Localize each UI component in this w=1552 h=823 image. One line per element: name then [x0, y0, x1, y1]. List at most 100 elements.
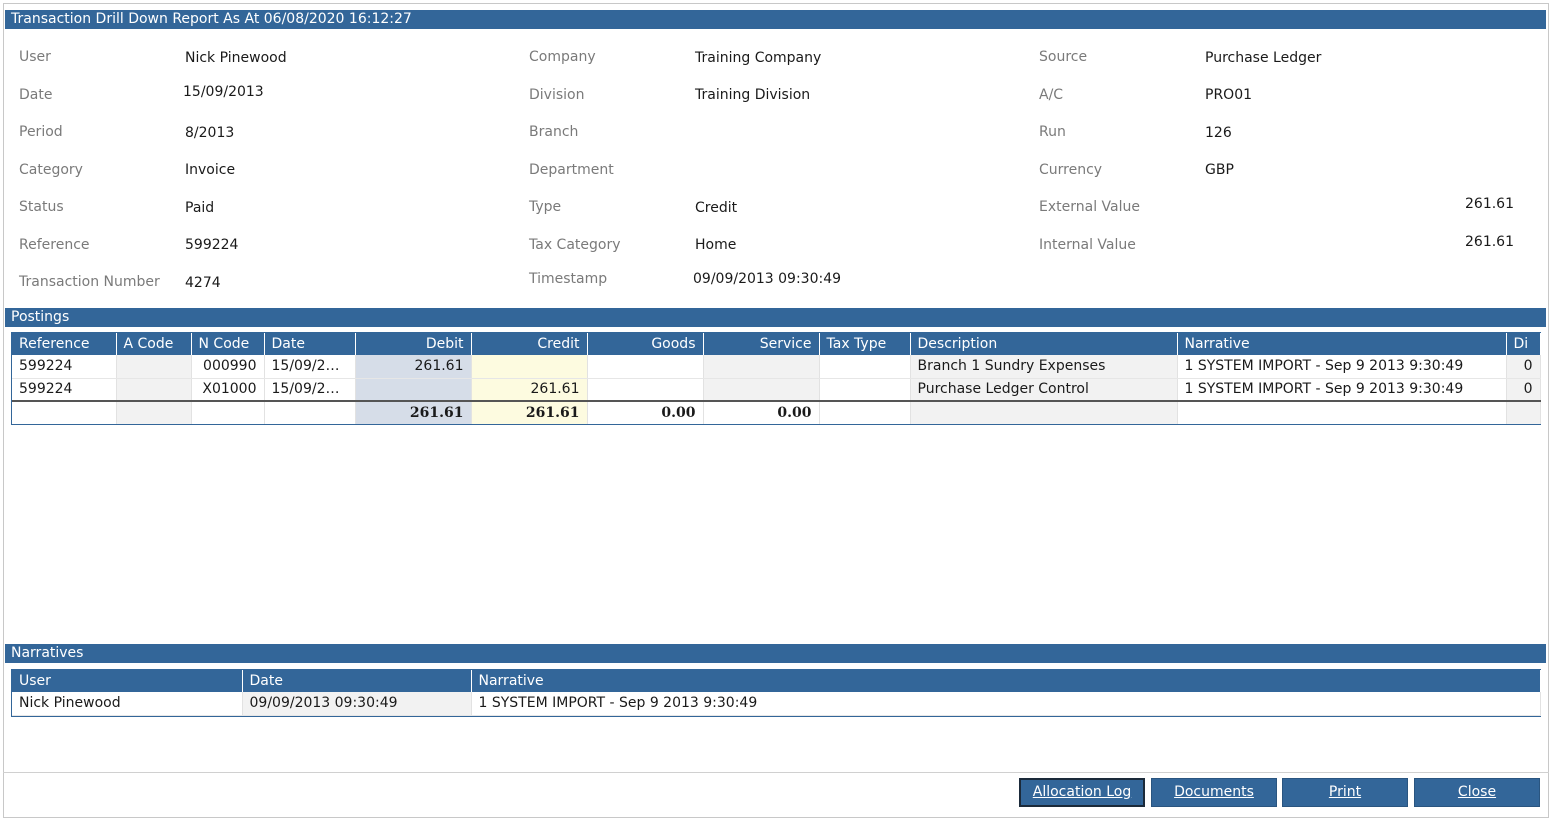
total-cell-empty	[1506, 400, 1541, 424]
col-narrative[interactable]: Narrative	[471, 670, 1541, 692]
run-value: 126	[1205, 125, 1232, 141]
timestamp-value: 09/09/2013 09:30:49	[693, 271, 842, 287]
internal-value-value: 261.61	[1465, 234, 1514, 250]
source-value: Purchase Ledger	[1205, 50, 1322, 66]
table-row[interactable]: 599224 X01000 15/09/20... 261.61 Purchas…	[12, 378, 1541, 402]
postings-grid: Reference A Code N Code Date Debit Credi…	[11, 332, 1541, 425]
cell-user: Nick Pinewood	[12, 692, 243, 716]
col-service[interactable]: Service	[703, 333, 820, 355]
division-label: Division	[529, 87, 585, 103]
source-label: Source	[1039, 49, 1088, 65]
total-cell-empty	[819, 400, 911, 424]
cell-narrative: 1 SYSTEM IMPORT - Sep 9 2013 9:30:49	[1177, 355, 1507, 379]
external-value-label: External Value	[1039, 199, 1140, 215]
col-tax-type[interactable]: Tax Type	[819, 333, 911, 355]
narratives-section-title: Narratives	[5, 644, 1546, 663]
cell-date: 15/09/20...	[264, 355, 356, 379]
print-button[interactable]: Print	[1282, 778, 1408, 807]
cell-narrative: 1 SYSTEM IMPORT - Sep 9 2013 9:30:49	[471, 692, 1541, 716]
period-value: 8/2013	[185, 125, 235, 141]
cell-tax-type	[819, 355, 911, 379]
tax-category-label: Tax Category	[529, 237, 621, 253]
cell-debit	[355, 378, 472, 402]
report-title-bar: Transaction Drill Down Report As At 06/0…	[5, 10, 1546, 29]
total-cell-empty	[12, 400, 117, 424]
col-n-code[interactable]: N Code	[191, 333, 265, 355]
total-cell-empty	[191, 400, 265, 424]
col-reference[interactable]: Reference	[12, 333, 117, 355]
cell-credit: 261.61	[471, 378, 588, 402]
cell-date: 15/09/20...	[264, 378, 356, 402]
col-user[interactable]: User	[12, 670, 243, 692]
currency-label: Currency	[1039, 162, 1103, 178]
currency-value: GBP	[1205, 162, 1234, 178]
company-value: Training Company	[695, 50, 822, 66]
documents-button[interactable]: Documents	[1151, 778, 1277, 807]
company-label: Company	[529, 49, 596, 65]
footer-divider	[3, 772, 1549, 773]
cell-description: Purchase Ledger Control	[910, 378, 1178, 402]
cell-a-code	[116, 355, 192, 379]
transaction-number-label: Transaction Number	[19, 274, 160, 290]
cell-description: Branch 1 Sundry Expenses	[910, 355, 1178, 379]
transaction-number-value: 4274	[185, 275, 221, 291]
date-value: 15/09/2013	[183, 84, 264, 100]
cell-tax-type	[819, 378, 911, 402]
total-service: 0.00	[703, 400, 820, 424]
category-value: Invoice	[185, 162, 236, 178]
cell-narrative: 1 SYSTEM IMPORT - Sep 9 2013 9:30:49	[1177, 378, 1507, 402]
col-goods[interactable]: Goods	[587, 333, 704, 355]
postings-header-row: Reference A Code N Code Date Debit Credi…	[12, 333, 1541, 355]
status-label: Status	[19, 199, 64, 215]
total-cell-empty	[910, 400, 1178, 424]
date-label: Date	[19, 87, 53, 103]
cell-n-code: X01000	[191, 378, 265, 402]
cell-date: 09/09/2013 09:30:49	[242, 692, 472, 716]
total-goods: 0.00	[587, 400, 704, 424]
department-label: Department	[529, 162, 614, 178]
status-value: Paid	[185, 200, 215, 216]
run-label: Run	[1039, 124, 1066, 140]
cell-di: 0	[1506, 378, 1541, 402]
col-narrative[interactable]: Narrative	[1177, 333, 1507, 355]
cell-credit	[471, 355, 588, 379]
cell-a-code	[116, 378, 192, 402]
cell-goods	[587, 378, 704, 402]
cell-reference: 599224	[12, 378, 117, 402]
postings-section-title: Postings	[5, 308, 1546, 327]
category-label: Category	[19, 162, 83, 178]
cell-debit: 261.61	[355, 355, 472, 379]
table-row[interactable]: Nick Pinewood 09/09/2013 09:30:49 1 SYST…	[12, 692, 1541, 716]
total-cell-empty	[1177, 400, 1507, 424]
reference-value: 599224	[185, 237, 239, 253]
timestamp-label: Timestamp	[529, 271, 608, 287]
totals-row: 261.61 261.61 0.00 0.00	[12, 400, 1541, 424]
user-label: User	[19, 49, 51, 65]
reference-label: Reference	[19, 237, 90, 253]
division-value: Training Division	[695, 87, 811, 103]
allocation-log-button[interactable]: Allocation Log	[1019, 778, 1145, 807]
account-label: A/C	[1039, 87, 1064, 103]
col-description[interactable]: Description	[910, 333, 1178, 355]
close-button[interactable]: Close	[1414, 778, 1540, 807]
cell-di: 0	[1506, 355, 1541, 379]
table-row[interactable]: 599224 000990 15/09/20... 261.61 Branch …	[12, 355, 1541, 379]
col-debit[interactable]: Debit	[355, 333, 472, 355]
col-a-code[interactable]: A Code	[116, 333, 192, 355]
narratives-grid: User Date Narrative Nick Pinewood 09/09/…	[11, 669, 1541, 717]
total-cell-empty	[264, 400, 356, 424]
col-date[interactable]: Date	[264, 333, 356, 355]
type-label: Type	[529, 199, 562, 215]
narratives-header-row: User Date Narrative	[12, 670, 1541, 692]
period-label: Period	[19, 124, 63, 140]
total-debit: 261.61	[355, 400, 472, 424]
cell-service	[703, 355, 820, 379]
external-value-value: 261.61	[1465, 196, 1514, 212]
col-credit[interactable]: Credit	[471, 333, 588, 355]
total-cell-empty	[116, 400, 192, 424]
col-date[interactable]: Date	[242, 670, 472, 692]
col-di[interactable]: Di	[1506, 333, 1541, 355]
cell-reference: 599224	[12, 355, 117, 379]
cell-n-code: 000990	[191, 355, 265, 379]
branch-label: Branch	[529, 124, 579, 140]
